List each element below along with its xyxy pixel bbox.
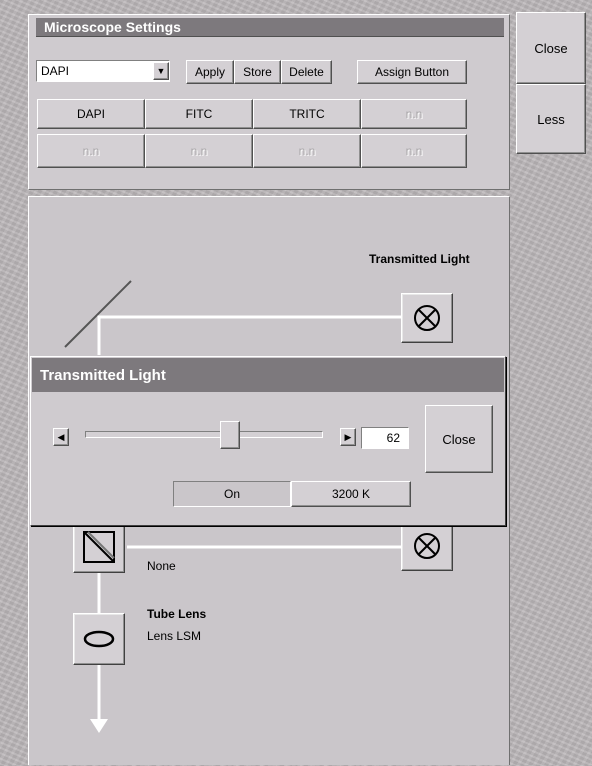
arrow-right-icon: ▶ bbox=[344, 431, 352, 442]
reflected-lamp-button[interactable] bbox=[401, 521, 453, 571]
dialog-close-button[interactable]: Close bbox=[425, 405, 493, 473]
tube-lens-label: Tube Lens bbox=[147, 607, 207, 621]
slider-value-field[interactable]: 62 bbox=[361, 427, 409, 449]
reflector-button[interactable] bbox=[73, 521, 125, 573]
microscope-settings-title: Microscope Settings bbox=[36, 18, 504, 37]
slider-track[interactable] bbox=[85, 431, 323, 438]
chevron-down-icon: ▼ bbox=[156, 66, 166, 76]
color-temperature-button[interactable]: 3200 K bbox=[291, 481, 411, 507]
lens-icon bbox=[83, 630, 115, 648]
reflector-value: None bbox=[147, 559, 176, 573]
preset-button-dapi[interactable]: DAPI bbox=[37, 99, 145, 129]
microscope-settings-panel: Microscope Settings DAPI ▼ Apply Store D… bbox=[28, 14, 510, 190]
preset-button-empty[interactable]: n.n bbox=[361, 99, 467, 129]
arrow-left-icon: ◀ bbox=[57, 431, 65, 442]
preset-select-value: DAPI bbox=[41, 64, 70, 78]
delete-button[interactable]: Delete bbox=[281, 60, 332, 84]
lamp-icon bbox=[414, 533, 440, 559]
assign-button[interactable]: Assign Button bbox=[357, 60, 467, 84]
transmitted-light-dialog-title: Transmitted Light bbox=[32, 358, 504, 392]
transmitted-light-dialog: Transmitted Light ◀ ▶ 62 Close On 3200 K bbox=[30, 356, 506, 526]
preset-button-fitc[interactable]: FITC bbox=[145, 99, 253, 129]
reflector-cube-icon bbox=[83, 531, 115, 563]
preset-dropdown-button[interactable]: ▼ bbox=[153, 62, 169, 80]
preset-button-empty[interactable]: n.n bbox=[361, 134, 467, 168]
tube-lens-button[interactable] bbox=[73, 613, 125, 665]
tube-lens-value: Lens LSM bbox=[147, 629, 202, 643]
preset-select[interactable]: DAPI ▼ bbox=[36, 60, 170, 82]
on-toggle-label: On bbox=[223, 487, 240, 501]
transmitted-light-dialog-title-text: Transmitted Light bbox=[40, 366, 166, 384]
store-button[interactable]: Store bbox=[234, 60, 281, 84]
preset-button-empty[interactable]: n.n bbox=[145, 134, 253, 168]
slider-left-button[interactable]: ◀ bbox=[53, 428, 69, 446]
less-button[interactable]: Less bbox=[516, 84, 586, 154]
preset-button-empty[interactable]: n.n bbox=[37, 134, 145, 168]
transmitted-lamp-button[interactable] bbox=[401, 293, 453, 343]
lamp-icon bbox=[414, 305, 440, 331]
slider-thumb[interactable] bbox=[220, 421, 241, 449]
slider-right-button[interactable]: ▶ bbox=[340, 428, 356, 446]
slider-value: 62 bbox=[386, 431, 400, 445]
apply-button[interactable]: Apply bbox=[186, 60, 234, 84]
microscope-settings-title-text: Microscope Settings bbox=[44, 19, 181, 35]
on-toggle[interactable]: On bbox=[173, 481, 291, 507]
close-button[interactable]: Close bbox=[516, 12, 586, 84]
preset-button-empty[interactable]: n.n bbox=[253, 134, 361, 168]
preset-button-tritc[interactable]: TRITC bbox=[253, 99, 361, 129]
